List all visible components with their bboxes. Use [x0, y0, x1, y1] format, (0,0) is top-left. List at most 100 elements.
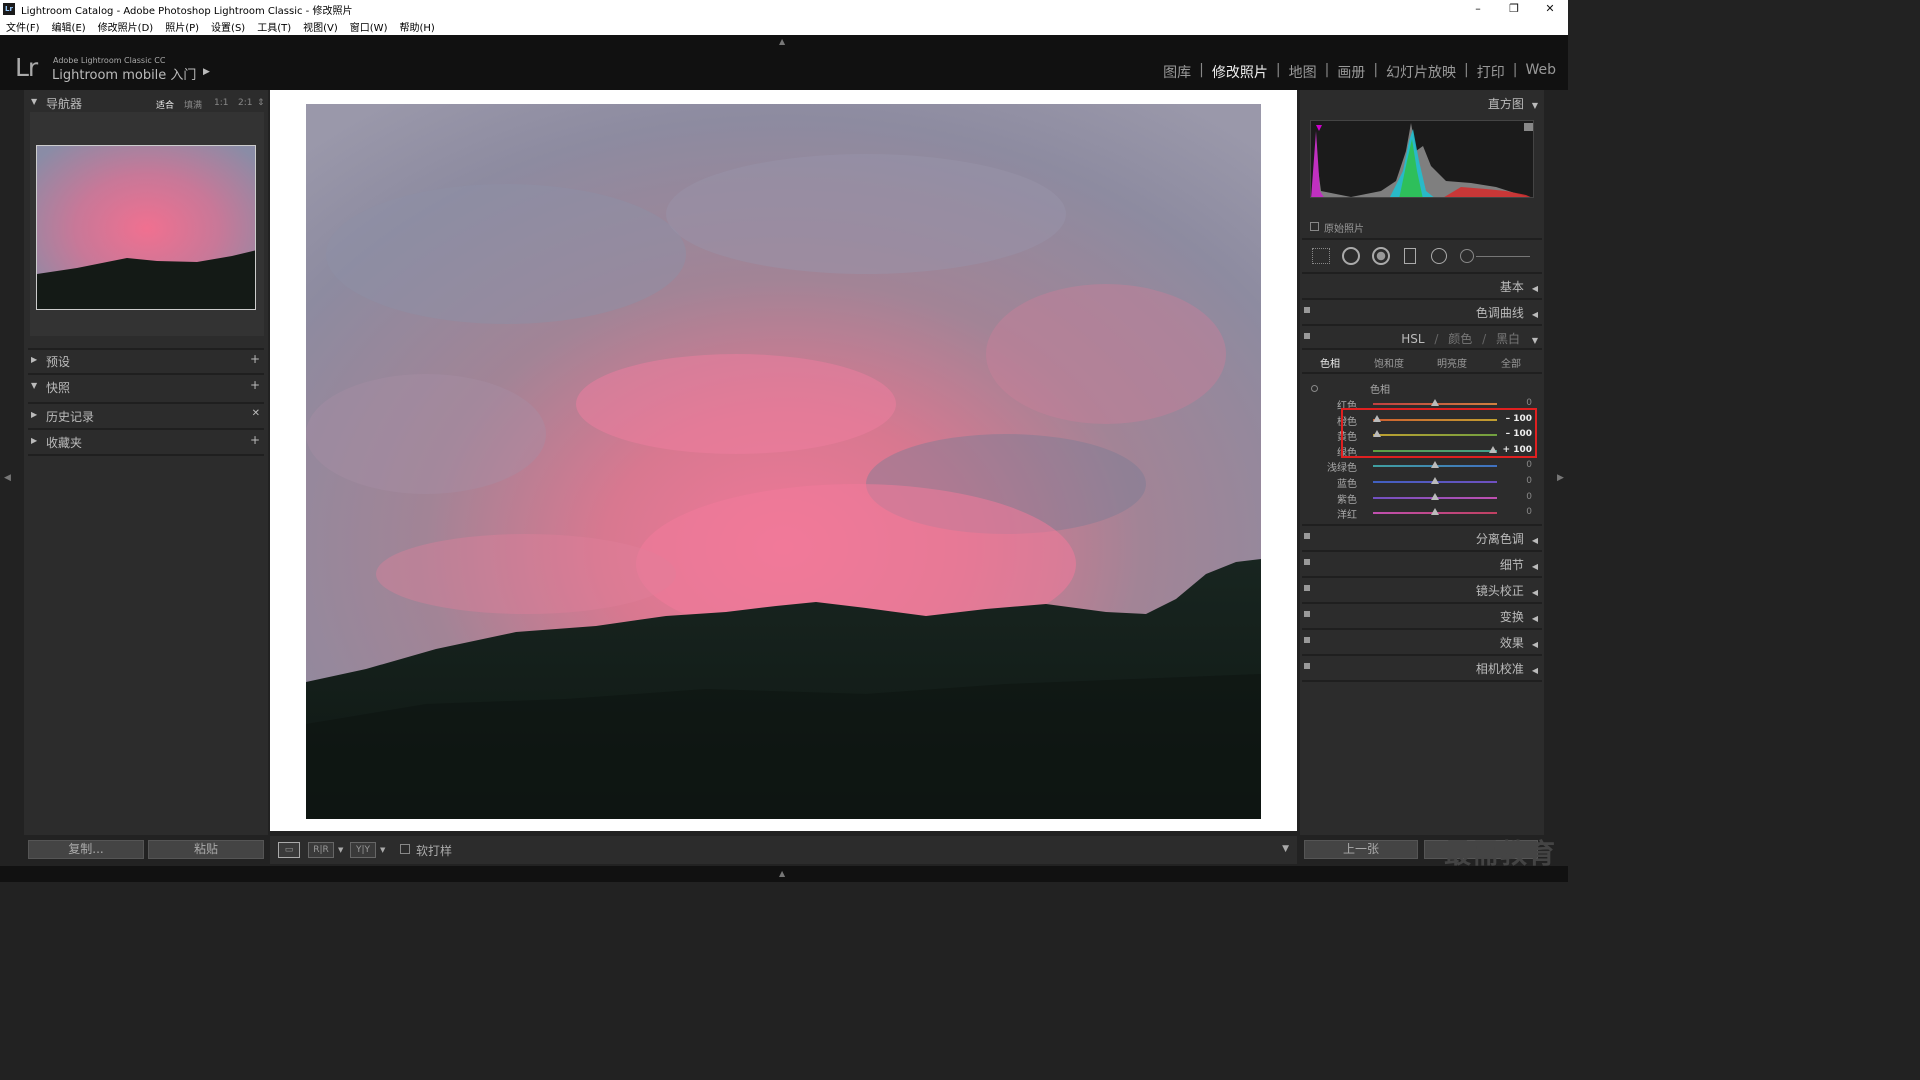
menu-tools[interactable]: 工具(T) [257, 19, 291, 34]
panel-switch-icon[interactable] [1304, 637, 1310, 643]
panel-switch-icon[interactable] [1304, 333, 1310, 339]
module-library[interactable]: 图库 [1163, 62, 1191, 82]
hsl-subtab-all[interactable]: 全部 [1501, 355, 1521, 370]
radial-filter-icon[interactable] [1431, 248, 1447, 264]
module-print[interactable]: 打印 [1477, 62, 1505, 82]
top-panel-toggle-icon[interactable]: ▲ [779, 37, 785, 46]
hue-slider-row[interactable]: 蓝色 0 [1300, 475, 1544, 490]
snapshots-header[interactable]: ▼ 快照 + [24, 376, 268, 398]
presets-header[interactable]: ▶ 预设 + [24, 350, 268, 372]
slider-value[interactable]: 0 [1526, 398, 1532, 408]
slider-value[interactable]: 0 [1526, 507, 1532, 517]
panel-switch-icon[interactable] [1304, 611, 1310, 617]
panel-switch-icon[interactable] [1304, 585, 1310, 591]
graduated-filter-icon[interactable] [1404, 248, 1416, 264]
hue-slider-row[interactable]: 洋红 0 [1300, 506, 1544, 521]
hsl-tab-hsl[interactable]: HSL [1401, 332, 1424, 346]
panel-switch-icon[interactable] [1304, 663, 1310, 669]
navigator-header[interactable]: ▼ 导航器 适合 填满 1:1 2:1 ⇕ [24, 92, 268, 114]
expand-triangle-icon[interactable]: ◀ [1532, 614, 1538, 623]
brush-icon[interactable] [1460, 249, 1474, 263]
module-book[interactable]: 画册 [1337, 62, 1365, 82]
expand-triangle-icon[interactable]: ◀ [1532, 310, 1538, 319]
hsl-subtab-hue[interactable]: 色相 [1320, 355, 1340, 370]
filmstrip-toggle-icon[interactable]: ▲ [779, 869, 785, 878]
dropdown-arrow-icon[interactable]: ▼ [380, 846, 385, 854]
module-web[interactable]: Web [1525, 62, 1556, 82]
zoom-dropdown-icon[interactable]: ⇕ [257, 98, 265, 108]
menu-edit[interactable]: 编辑(E) [52, 19, 86, 34]
panel-switch-icon[interactable] [1304, 307, 1310, 313]
module-develop[interactable]: 修改照片 [1212, 62, 1268, 82]
dropdown-arrow-icon[interactable]: ▼ [338, 846, 343, 854]
collapse-triangle-icon[interactable]: ▼ [31, 97, 37, 106]
menu-help[interactable]: 帮助(H) [399, 19, 434, 34]
tone-curve-header[interactable]: 色调曲线 ◀ [1476, 304, 1538, 321]
hsl-subtab-saturation[interactable]: 饱和度 [1374, 355, 1404, 370]
zoom-2-1[interactable]: 2:1 [238, 98, 252, 108]
slider-thumb[interactable] [1431, 508, 1439, 516]
lens-corrections-header[interactable]: 镜头校正 ◀ [1476, 582, 1538, 599]
brush-size-slider[interactable] [1476, 256, 1530, 257]
toolbar-menu-icon[interactable]: ▼ [1282, 844, 1289, 854]
play-arrow-icon[interactable]: ▶ [203, 67, 210, 77]
left-panel-toggle-icon[interactable]: ◀ [4, 473, 11, 483]
hue-slider-row[interactable]: 浅绿色 0 [1300, 459, 1544, 474]
expand-triangle-icon[interactable]: ▶ [31, 410, 37, 419]
slider-thumb[interactable] [1431, 492, 1439, 500]
collapse-triangle-icon[interactable]: ▼ [1532, 336, 1538, 345]
slider-thumb[interactable] [1431, 477, 1439, 484]
hue-slider-row[interactable]: 紫色 0 [1300, 491, 1544, 506]
lightroom-mobile-link[interactable]: Lightroom mobile 入门 [52, 64, 196, 83]
main-photo[interactable] [306, 104, 1261, 819]
transform-header[interactable]: 变换 ◀ [1500, 608, 1538, 625]
panel-switch-icon[interactable] [1304, 533, 1310, 539]
previous-button[interactable]: 上一张 [1304, 840, 1418, 859]
module-slideshow[interactable]: 幻灯片放映 [1386, 62, 1456, 82]
menu-photo[interactable]: 照片(P) [165, 19, 199, 34]
collapse-triangle-icon[interactable]: ▼ [1532, 101, 1538, 110]
minimize-button[interactable]: – [1460, 0, 1496, 18]
zoom-1-1[interactable]: 1:1 [214, 98, 228, 108]
collections-header[interactable]: ▶ 收藏夹 + [24, 431, 268, 453]
navigator-thumbnail[interactable] [36, 145, 256, 310]
histogram[interactable] [1310, 120, 1534, 198]
module-map[interactable]: 地图 [1289, 62, 1317, 82]
expand-triangle-icon[interactable]: ▶ [31, 355, 37, 364]
spot-removal-icon[interactable] [1342, 247, 1360, 265]
add-collection-icon[interactable]: + [250, 433, 260, 447]
red-eye-icon[interactable] [1372, 247, 1390, 265]
camera-calibration-header[interactable]: 相机校准 ◀ [1476, 660, 1538, 677]
slider-thumb[interactable] [1431, 399, 1439, 406]
menu-window[interactable]: 窗口(W) [350, 19, 388, 34]
slider-value[interactable]: 0 [1526, 492, 1532, 502]
hsl-tab-bw[interactable]: 黑白 [1496, 332, 1520, 346]
slider-value[interactable]: 0 [1526, 476, 1532, 486]
expand-triangle-icon[interactable]: ▶ [31, 436, 37, 445]
zoom-fill[interactable]: 填满 [184, 98, 202, 111]
menu-view[interactable]: 视图(V) [303, 19, 338, 34]
collapse-triangle-icon[interactable]: ▼ [31, 381, 37, 390]
paste-settings-button[interactable]: 粘贴 [148, 840, 264, 859]
expand-triangle-icon[interactable]: ◀ [1532, 588, 1538, 597]
maximize-button[interactable]: ❐ [1496, 0, 1532, 18]
hsl-header[interactable]: HSL / 颜色 / 黑白 ▼ [1401, 330, 1538, 347]
hsl-tab-color[interactable]: 颜色 [1448, 332, 1472, 346]
expand-triangle-icon[interactable]: ◀ [1532, 666, 1538, 675]
histogram-header[interactable]: 直方图 ▼ [1488, 95, 1538, 112]
soft-proof-checkbox[interactable] [400, 844, 410, 854]
split-toning-header[interactable]: 分离色调 ◀ [1476, 530, 1538, 547]
zoom-fit[interactable]: 适合 [156, 98, 174, 111]
add-preset-icon[interactable]: + [250, 352, 260, 366]
crop-tool-icon[interactable] [1312, 248, 1330, 264]
target-adjust-icon[interactable] [1311, 385, 1318, 392]
before-after-lr-button[interactable]: R|R [308, 842, 334, 858]
right-panel-toggle-icon[interactable]: ▶ [1557, 473, 1564, 483]
copy-settings-button[interactable]: 复制... [28, 840, 144, 859]
basic-header[interactable]: 基本 ◀ [1500, 278, 1538, 295]
detail-header[interactable]: 细节 ◀ [1500, 556, 1538, 573]
expand-triangle-icon[interactable]: ◀ [1532, 536, 1538, 545]
menu-develop[interactable]: 修改照片(D) [98, 19, 154, 34]
effects-header[interactable]: 效果 ◀ [1500, 634, 1538, 651]
expand-triangle-icon[interactable]: ◀ [1532, 284, 1538, 293]
